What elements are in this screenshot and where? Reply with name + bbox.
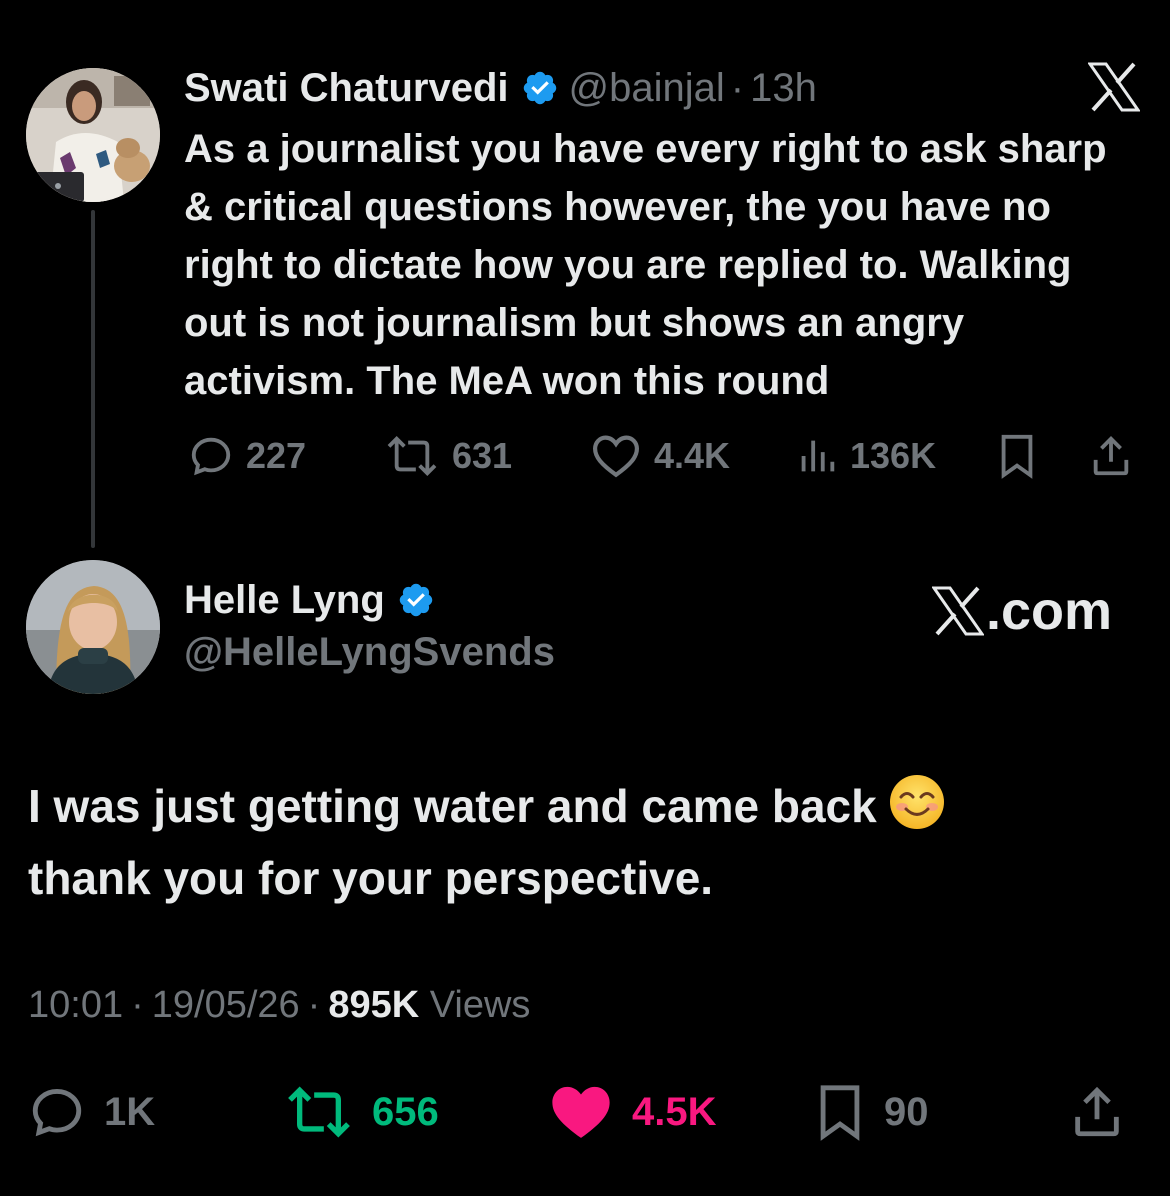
author-handle[interactable]: @HelleLyngSvends xyxy=(184,630,555,675)
author-handle[interactable]: @bainjal xyxy=(569,66,725,111)
like-button[interactable]: 4.4K xyxy=(590,428,730,484)
share-button[interactable] xyxy=(1068,1080,1126,1144)
tweet-date[interactable]: 19/05/26 xyxy=(152,984,300,1026)
reply-button[interactable]: 227 xyxy=(188,428,306,484)
tweet-text-line1: I was just getting water and came back xyxy=(28,780,877,832)
bookmark-button[interactable] xyxy=(996,428,1038,484)
tweet-time[interactable]: 10:01 xyxy=(28,984,123,1026)
tweet-header: Swati Chaturvedi @bainjal · 13h xyxy=(184,62,817,114)
verified-badge-icon xyxy=(523,71,556,105)
views-button[interactable]: 136K xyxy=(796,428,936,484)
reply-icon xyxy=(191,437,231,476)
smiling-face-icon xyxy=(889,775,944,829)
x-logo-icon xyxy=(1088,62,1140,112)
tweet-text-line2: thank you for your perspective. xyxy=(28,852,714,904)
repost-count: 631 xyxy=(452,435,513,476)
verified-badge-icon xyxy=(399,583,433,617)
tweet-actions: 1K 656 4.5K 90 xyxy=(28,1080,1148,1144)
reply-count: 1K xyxy=(104,1089,156,1134)
views-count[interactable]: 895K xyxy=(328,984,419,1026)
repost-button[interactable]: 631 xyxy=(384,428,512,484)
avatar[interactable] xyxy=(26,560,160,694)
share-button[interactable] xyxy=(1088,428,1134,484)
author-name[interactable]: Helle Lyng xyxy=(184,578,385,623)
views-label: Views xyxy=(429,984,531,1026)
bookmark-button[interactable]: 90 xyxy=(814,1080,929,1144)
avatar[interactable] xyxy=(26,68,160,202)
heart-icon xyxy=(592,435,640,478)
bookmark-icon xyxy=(1001,434,1033,479)
bookmark-icon xyxy=(820,1085,860,1141)
watermark-text: .com xyxy=(986,581,1113,641)
share-icon xyxy=(1093,436,1129,476)
tweet-meta: 10:01 · 19/05/26 · 895K Views xyxy=(28,984,530,1027)
separator: · xyxy=(131,984,144,1026)
repost-count: 656 xyxy=(372,1089,439,1134)
repost-button[interactable]: 656 xyxy=(284,1080,439,1144)
like-count: 4.4K xyxy=(654,435,731,476)
heart-filled-icon xyxy=(552,1086,610,1138)
bookmark-count: 90 xyxy=(884,1089,929,1134)
analytics-icon xyxy=(801,440,835,472)
reply-icon xyxy=(32,1089,82,1137)
author-name[interactable]: Swati Chaturvedi xyxy=(184,66,509,111)
reply-count: 227 xyxy=(246,435,307,476)
timestamp[interactable]: 13h xyxy=(750,66,817,111)
separator: · xyxy=(730,65,745,110)
like-button[interactable]: 4.5K xyxy=(548,1080,717,1144)
tweet-actions: 227 631 4.4K 136K xyxy=(184,428,1144,484)
like-count: 4.5K xyxy=(632,1089,717,1134)
thread-connector xyxy=(91,210,95,548)
share-icon xyxy=(1075,1086,1119,1137)
repost-icon xyxy=(288,1086,350,1138)
x-logo-icon xyxy=(932,586,984,636)
separator: · xyxy=(307,984,321,1026)
tweet-text: I was just getting water and came back t… xyxy=(28,770,1148,914)
reply-button[interactable]: 1K xyxy=(28,1080,155,1144)
x-com-watermark: .com xyxy=(932,580,1112,642)
tweet-text: As a journalist you have every right to … xyxy=(184,127,1107,403)
repost-icon xyxy=(387,436,437,476)
views-count: 136K xyxy=(850,435,937,476)
tweet-header: Helle Lyng xyxy=(184,574,445,626)
